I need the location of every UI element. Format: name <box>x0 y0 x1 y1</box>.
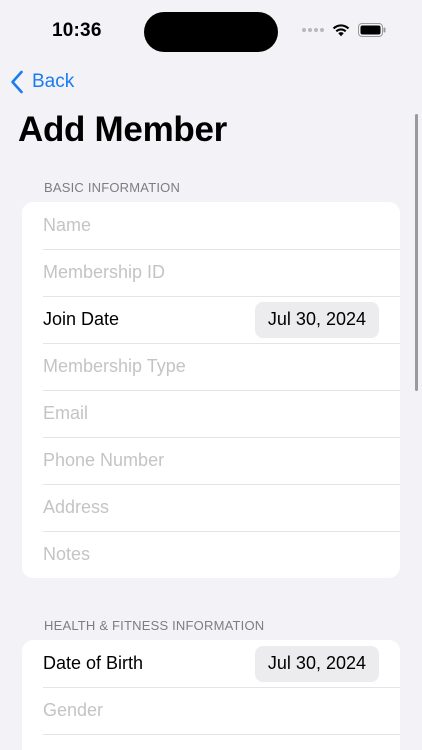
email-row <box>22 390 400 437</box>
screen: 10:36 Back Add Member BASIC INFORMATION <box>0 0 422 750</box>
cellular-signal-icon <box>302 28 324 32</box>
chevron-left-icon <box>11 70 23 94</box>
vertical-scrollbar[interactable] <box>415 114 418 391</box>
date-of-birth-row: Date of Birth Jul 30, 2024 <box>22 640 400 687</box>
phone-number-row <box>22 437 400 484</box>
dynamic-island <box>144 12 278 52</box>
basic-information-card: Join Date Jul 30, 2024 <box>22 202 400 578</box>
membership-type-input[interactable] <box>43 343 378 390</box>
join-date-picker[interactable]: Jul 30, 2024 <box>254 301 379 338</box>
address-row <box>22 484 400 531</box>
address-input[interactable] <box>43 484 378 531</box>
battery-icon <box>358 23 386 37</box>
section-header-basic-information: BASIC INFORMATION <box>44 180 181 195</box>
name-input[interactable] <box>43 202 378 249</box>
notes-row <box>22 531 400 578</box>
next-field-row <box>22 734 400 750</box>
membership-id-row <box>22 249 400 296</box>
health-fitness-card: Date of Birth Jul 30, 2024 <box>22 640 400 750</box>
notes-input[interactable] <box>43 531 378 578</box>
back-button[interactable]: Back <box>10 68 74 96</box>
gender-input[interactable] <box>43 687 378 734</box>
join-date-label: Join Date <box>43 309 120 329</box>
phone-number-input[interactable] <box>43 437 378 484</box>
wifi-icon <box>332 24 350 37</box>
status-bar: 10:36 <box>0 0 422 62</box>
date-of-birth-label: Date of Birth <box>43 653 144 673</box>
membership-type-row <box>22 343 400 390</box>
gender-row <box>22 687 400 734</box>
join-date-row: Join Date Jul 30, 2024 <box>22 296 400 343</box>
membership-id-input[interactable] <box>43 249 378 296</box>
status-icons <box>302 23 386 37</box>
back-label: Back <box>32 71 75 92</box>
section-header-health-fitness: HEALTH & FITNESS INFORMATION <box>44 618 265 633</box>
date-of-birth-picker[interactable]: Jul 30, 2024 <box>254 645 379 682</box>
name-row <box>22 202 400 249</box>
email-input[interactable] <box>43 390 378 437</box>
page-title: Add Member <box>18 110 227 149</box>
status-time: 10:36 <box>52 20 102 41</box>
